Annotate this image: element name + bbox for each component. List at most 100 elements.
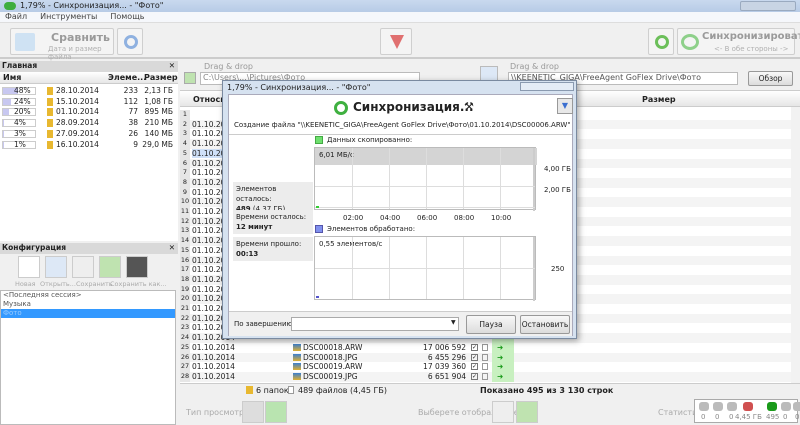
table-row[interactable]: 28 01.10.2014 DSC00019.JPG 6 651 904 ✓ ➜ — [180, 371, 792, 382]
row-number: 16 — [180, 255, 190, 266]
compare-button[interactable]: Сравнить Дата и размер файла — [10, 28, 114, 61]
row-number: 13 — [180, 226, 190, 237]
dialog-heading: Синхронизация... — [353, 100, 474, 114]
stat-value: 495 — [766, 413, 780, 421]
item-count: 112 — [123, 96, 138, 106]
menu-file[interactable]: Файл — [5, 12, 27, 21]
include-checkbox[interactable]: ✓ — [471, 353, 478, 361]
save-config-button[interactable] — [72, 256, 94, 278]
close-icon[interactable]: ✕ — [169, 243, 175, 252]
create-left-icon — [699, 402, 709, 411]
row-number: 21 — [180, 304, 190, 314]
window-controls[interactable] — [740, 1, 796, 11]
dialog-title: 1,79% - Синхронизация... - "Фото" — [227, 83, 371, 92]
open-config-button[interactable] — [45, 256, 67, 278]
table-row[interactable]: 25 01.10.2014 DSC00018.ARW 17 006 592 ✓ ➜ — [180, 342, 792, 353]
gridline — [500, 148, 501, 209]
file-size: 6 455 296 — [427, 352, 466, 362]
app-icon — [4, 2, 16, 10]
folder-row[interactable]: 3% 27.09.2014 26 140 МБ — [0, 129, 178, 139]
synchronize-button[interactable]: Синхронизировать <- В обе стороны -> — [677, 28, 800, 55]
row-number: 12 — [180, 216, 190, 227]
menu-bar: Файл Инструменты Помощь — [0, 12, 800, 23]
x-tick-label: 02:00 — [343, 214, 364, 222]
x-tick-label: 08:00 — [454, 214, 475, 222]
col-items[interactable]: Элеме... — [108, 73, 146, 82]
items-y-label: 250 — [551, 265, 565, 273]
compare-settings-button[interactable] — [117, 28, 143, 55]
folder-count: 6 папок — [256, 386, 289, 395]
file-size: 17 006 592 — [423, 342, 466, 352]
dialog-window-controls[interactable] — [520, 82, 574, 91]
compare-sub: Дата и размер файла — [48, 45, 102, 61]
gridline — [315, 268, 535, 269]
sync-right-arrow-icon[interactable]: ➜ — [497, 343, 503, 352]
config-item[interactable]: Музыка — [1, 300, 175, 309]
batch-job-button[interactable] — [126, 256, 148, 278]
table-row[interactable]: 26 01.10.2014 DSC00018.JPG 6 455 296 ✓ ➜ — [180, 352, 792, 363]
row-number: 27 — [180, 362, 190, 373]
include-checkbox[interactable]: ✓ — [471, 372, 478, 380]
equal-filter-button[interactable] — [492, 401, 514, 423]
sync-sub: <- В обе стороны -> — [714, 45, 789, 53]
time-left-box: Времени осталось: 12 минут — [233, 210, 313, 234]
file-name: DSC00019.JPG — [303, 371, 358, 381]
table-row[interactable]: 27 01.10.2014 DSC00019.ARW 17 039 360 ✓ ➜ — [180, 362, 792, 373]
data-speed: 6,01 МБ/с — [319, 151, 354, 159]
percent-fill — [3, 130, 4, 137]
title-bar: 1,79% - Синхронизация... - "Фото" — [0, 0, 800, 12]
folder-row[interactable]: 1% 16.10.2014 9 29,0 МБ — [0, 140, 178, 150]
stop-button[interactable]: Остановить — [520, 315, 570, 334]
add-folder-pair-icon[interactable] — [184, 72, 196, 84]
vertical-scrollbar[interactable] — [791, 107, 800, 384]
sync-right-arrow-icon[interactable]: ➜ — [497, 353, 503, 362]
include-checkbox[interactable]: ✓ — [471, 363, 478, 371]
folder-icon — [47, 87, 53, 95]
items-legend-icon — [315, 225, 323, 233]
category-icon — [482, 363, 488, 371]
new-config-button[interactable] — [18, 256, 40, 278]
create-right-filter-button[interactable] — [516, 401, 538, 423]
row-number: 23 — [180, 323, 190, 334]
row-number: 15 — [180, 245, 190, 256]
folder-row[interactable]: 20% 01.10.2014 77 895 МБ — [0, 107, 178, 117]
folder-size: 895 МБ — [144, 107, 173, 117]
sync-settings-button[interactable] — [648, 28, 674, 55]
col-name[interactable]: Имя — [3, 73, 21, 82]
row-number: 6 — [180, 158, 190, 169]
folder-name: 27.09.2014 — [56, 128, 99, 138]
update-left-icon — [713, 402, 723, 411]
x-tick-label: 04:00 — [380, 214, 401, 222]
update-right-icon — [781, 402, 791, 411]
include-checkbox[interactable]: ✓ — [471, 343, 478, 351]
relative-folder: 01.10.2014 — [192, 342, 235, 352]
sync-right-arrow-icon[interactable]: ➜ — [497, 372, 503, 381]
config-item[interactable]: <Последняя сессия> — [1, 291, 175, 300]
sync-right-arrow-icon[interactable]: ➜ — [497, 362, 503, 371]
gear-icon — [124, 35, 138, 49]
save-as-config-button[interactable] — [99, 256, 121, 278]
folder-row[interactable]: 48% 28.10.2014 233 2,13 ГБ — [0, 86, 178, 96]
col-size[interactable]: Размер — [144, 73, 178, 82]
items-progress-mark — [316, 296, 319, 298]
folder-row[interactable]: 4% 28.09.2014 38 210 МБ — [0, 118, 178, 128]
relative-folder: 01.10.2014 — [192, 352, 235, 362]
grid-right-header[interactable]: Размер — [642, 95, 676, 104]
folder-size: 1,08 ГБ — [144, 96, 173, 106]
view-folder-button[interactable] — [242, 401, 264, 423]
menu-tools[interactable]: Инструменты — [40, 12, 97, 21]
on-complete-select[interactable] — [291, 317, 459, 331]
menu-help[interactable]: Помощь — [110, 12, 144, 21]
filter-button[interactable] — [380, 28, 412, 55]
minimize-to-tray-button[interactable]: ▼ — [557, 98, 573, 114]
view-sync-button[interactable] — [265, 401, 287, 423]
folder-row[interactable]: 24% 15.10.2014 112 1,08 ГБ — [0, 97, 178, 107]
pause-button[interactable]: Пауза — [466, 315, 516, 334]
close-icon[interactable]: ✕ — [169, 61, 175, 70]
gridline — [389, 148, 390, 209]
file-icon — [288, 386, 294, 394]
row-number: 18 — [180, 274, 190, 285]
right-browse-button[interactable]: Обзор — [748, 71, 793, 86]
config-item[interactable]: Фото — [1, 309, 175, 318]
row-number: 28 — [180, 371, 190, 382]
